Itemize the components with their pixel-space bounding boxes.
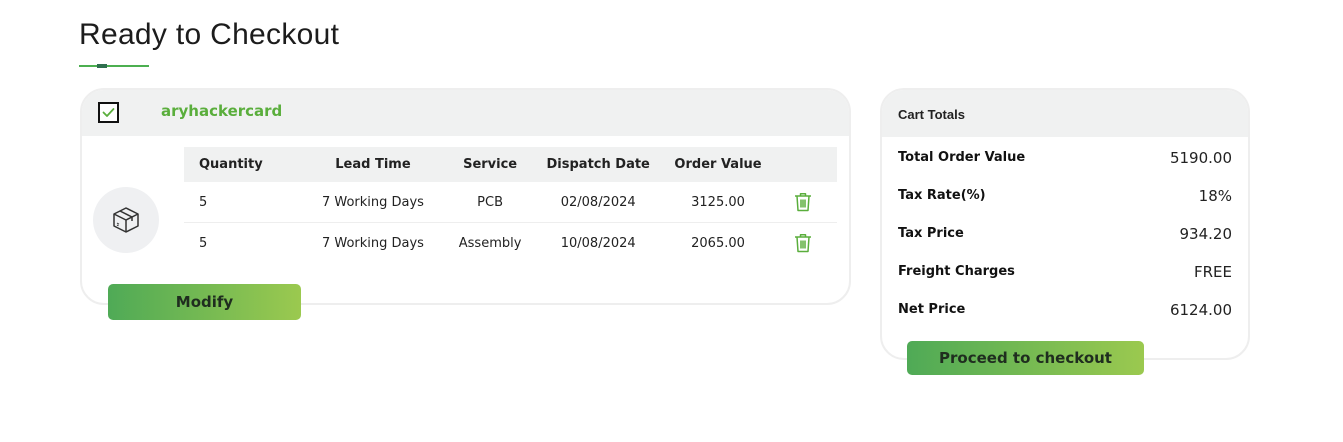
checkmark-icon: [102, 108, 115, 117]
tax-rate-label: Tax Rate(%): [898, 188, 986, 203]
tax-price-label: Tax Price: [898, 226, 964, 241]
page-title: Ready to Checkout: [79, 18, 340, 51]
cart-header: aryhackercard: [82, 90, 849, 136]
cart-name: aryhackercard: [161, 102, 283, 120]
proceed-to-checkout-button[interactable]: Proceed to checkout: [907, 341, 1144, 375]
freight-charges-label: Freight Charges: [898, 264, 1015, 279]
column-header-actions: [769, 147, 837, 182]
cart-totals-header: Cart Totals: [882, 90, 1248, 137]
net-price-row: Net Price 6124.00: [898, 301, 1232, 322]
tax-rate-value: 18%: [1198, 187, 1232, 205]
column-header-dispatch-date: Dispatch Date: [529, 147, 667, 182]
cart-select-checkbox[interactable]: [98, 102, 119, 123]
trash-icon[interactable]: [794, 192, 812, 212]
total-order-value-row: Total Order Value 5190.00: [898, 149, 1232, 170]
table-row: 5 7 Working Days PCB 02/08/2024 3125.00: [184, 182, 837, 223]
cell-lead-time: 7 Working Days: [321, 235, 424, 251]
freight-charges-value: FREE: [1193, 263, 1232, 281]
total-order-value-label: Total Order Value: [898, 150, 1026, 165]
net-price-value: 6124.00: [1169, 301, 1232, 319]
cell-service: PCB: [450, 182, 530, 223]
net-price-label: Net Price: [898, 302, 966, 317]
column-header-lead-time: Lead Time: [295, 147, 451, 182]
cart-card: aryhackercard Quantity Lead Time Service…: [80, 88, 851, 305]
modify-button[interactable]: Modify: [108, 284, 301, 320]
cell-actions: [769, 223, 837, 264]
cell-dispatch-date: 10/08/2024: [560, 235, 636, 251]
cart-totals-card: Cart Totals Total Order Value 5190.00 Ta…: [880, 88, 1250, 360]
column-header-quantity: Quantity: [184, 147, 296, 182]
package-box-icon: [113, 207, 139, 233]
cart-totals-title: Cart Totals: [898, 107, 965, 122]
order-table: Quantity Lead Time Service Dispatch Date…: [184, 147, 837, 263]
cell-order-value: 3125.00: [666, 182, 770, 223]
tax-rate-row: Tax Rate(%) 18%: [898, 187, 1232, 208]
total-order-value: 5190.00: [1169, 149, 1232, 167]
cell-quantity: 5: [184, 182, 296, 223]
table-row: 5 7 Working Days Assembly 10/08/2024 206…: [184, 223, 837, 264]
title-underline-mark: [97, 64, 107, 68]
cell-lead-time: 7 Working Days: [295, 182, 451, 223]
freight-charges-row: Freight Charges FREE: [898, 263, 1232, 284]
tax-price-row: Tax Price 934.20: [898, 225, 1233, 246]
column-header-service: Service: [450, 147, 530, 182]
cell-service: Assembly: [458, 235, 522, 251]
cell-quantity: 5: [199, 235, 208, 251]
cell-actions: [769, 182, 837, 223]
tax-price-value: 934.20: [1179, 225, 1233, 243]
title-underline: [79, 64, 149, 68]
cell-order-value: 2065.00: [691, 235, 745, 251]
column-header-order-value: Order Value: [666, 147, 770, 182]
trash-icon[interactable]: [794, 233, 812, 253]
product-thumbnail: [93, 187, 159, 253]
cell-dispatch-date: 02/08/2024: [529, 182, 667, 223]
table-header-row: Quantity Lead Time Service Dispatch Date…: [184, 147, 837, 182]
